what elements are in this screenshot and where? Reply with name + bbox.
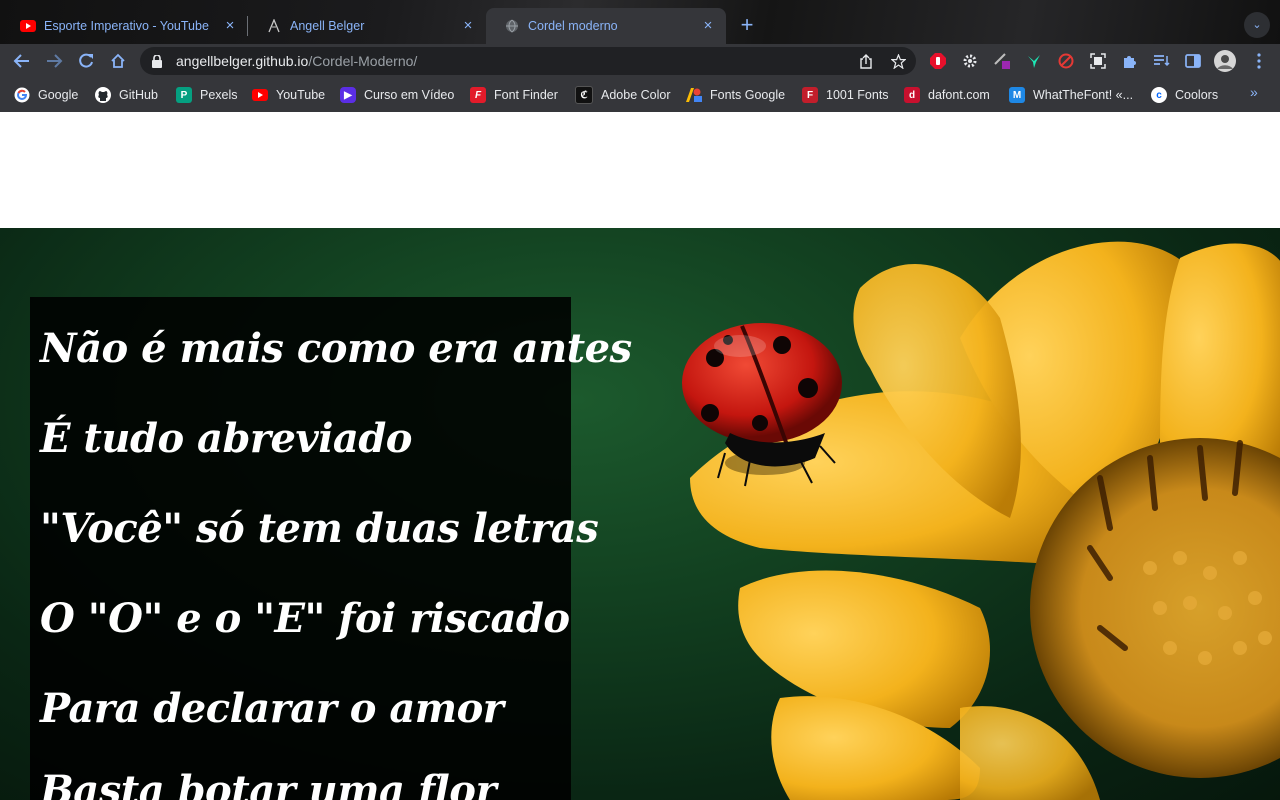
bookmark-github[interactable]: GitHub	[95, 86, 158, 104]
dafont-icon: d	[904, 87, 920, 103]
tab-strip: Esporte Imperativo - YouTube × Angell Be…	[0, 0, 1280, 44]
bookmark-label: Font Finder	[494, 88, 558, 102]
arrow-right-icon	[47, 54, 63, 68]
bookmark-coolors[interactable]: c Coolors	[1151, 86, 1218, 104]
bookmark-font-finder[interactable]: F Font Finder	[470, 86, 558, 104]
address-url: angellbelger.github.io/Cordel-Moderno/	[176, 53, 417, 69]
bookmark-youtube[interactable]: YouTube	[252, 86, 325, 104]
fonts-google-icon	[686, 87, 702, 103]
bookmark-label: Curso em Vídeo	[364, 88, 455, 102]
close-icon[interactable]: ×	[460, 18, 476, 34]
bookmark-label: Adobe Color	[601, 88, 671, 102]
bookmark-adobe-color[interactable]: ℭ Adobe Color	[575, 86, 671, 104]
github-pages-icon	[266, 18, 282, 34]
bookmark-pexels[interactable]: P Pexels	[176, 86, 238, 104]
bookmark-1001-fonts[interactable]: F 1001 Fonts	[802, 86, 889, 104]
bookmark-label: WhatTheFont! «...	[1033, 88, 1134, 102]
home-icon	[111, 53, 125, 68]
screenshot-icon[interactable]	[1089, 52, 1107, 70]
poem-line: O "O" e o "E" foi riscado	[40, 595, 570, 642]
browser-toolbar: angellbelger.github.io/Cordel-Moderno/	[0, 44, 1280, 78]
bookmarks-overflow-button[interactable]: »	[1250, 84, 1258, 100]
tab-title: Angell Belger	[290, 19, 365, 33]
poem-line: É tudo abreviado	[40, 415, 412, 462]
new-tab-button[interactable]: +	[736, 14, 758, 36]
pexels-icon: P	[176, 87, 192, 103]
poem-line: Não é mais como era antes	[40, 325, 632, 372]
arrow-left-icon	[13, 54, 29, 68]
back-button[interactable]	[10, 49, 34, 73]
bookmark-dafont[interactable]: d dafont.com	[904, 86, 990, 104]
youtube-icon	[252, 87, 268, 103]
youtube-icon	[20, 18, 36, 34]
adblock-icon[interactable]	[929, 52, 947, 70]
address-bar[interactable]: angellbelger.github.io/Cordel-Moderno/	[140, 47, 916, 75]
bookmark-label: Fonts Google	[710, 88, 786, 102]
url-path: /Cordel-Moderno/	[308, 53, 418, 69]
github-icon	[95, 87, 111, 103]
no-sign-icon[interactable]	[1057, 52, 1075, 70]
tab-youtube[interactable]: Esporte Imperativo - YouTube ×	[2, 8, 248, 44]
lock-icon	[152, 54, 166, 68]
tab-cordel-moderno[interactable]: Cordel moderno ×	[486, 8, 726, 44]
bookmark-label: Pexels	[200, 88, 238, 102]
extensions-puzzle-icon[interactable]	[1121, 52, 1139, 70]
close-icon[interactable]: ×	[222, 18, 238, 34]
color-picker-icon[interactable]	[993, 52, 1011, 70]
page-viewport: Não é mais como era antes É tudo abrevia…	[0, 112, 1280, 800]
bookmark-label: GitHub	[119, 88, 158, 102]
home-button[interactable]	[106, 49, 130, 73]
tab-search-button[interactable]: ⌄	[1244, 12, 1270, 38]
menu-dots-icon[interactable]	[1250, 52, 1268, 70]
poem-line: Basta botar uma flor	[40, 767, 497, 800]
close-icon[interactable]: ×	[700, 18, 716, 34]
share-icon[interactable]	[858, 53, 874, 69]
poem-box: Não é mais como era antes É tudo abrevia…	[30, 297, 632, 800]
bookmark-label: dafont.com	[928, 88, 990, 102]
bookmarks-bar: Google GitHub P Pexels YouTube ▶ Curso e…	[0, 78, 1280, 112]
reload-button[interactable]	[74, 49, 98, 73]
tab-title: Cordel moderno	[528, 19, 618, 33]
poem-line: Para declarar o amor	[40, 685, 504, 732]
poem-line: "Você" só tem duas letras	[40, 505, 599, 552]
coolors-icon: c	[1151, 87, 1167, 103]
bookmark-label: 1001 Fonts	[826, 88, 889, 102]
hummingbird-icon[interactable]	[1025, 52, 1043, 70]
bookmark-label: Coolors	[1175, 88, 1219, 102]
bookmark-curso-em-video[interactable]: ▶ Curso em Vídeo	[340, 86, 454, 104]
avatar[interactable]	[1214, 50, 1236, 72]
adobe-color-icon: ℭ	[575, 86, 593, 104]
tab-title: Esporte Imperativo - YouTube	[44, 19, 209, 33]
bookmark-whatthefont[interactable]: M WhatTheFont! «...	[1009, 86, 1133, 104]
bookmark-google[interactable]: Google	[14, 86, 78, 104]
globe-icon	[504, 18, 520, 34]
google-icon	[14, 87, 30, 103]
side-panel-icon[interactable]	[1184, 52, 1202, 70]
hero-section: Não é mais como era antes É tudo abrevia…	[0, 228, 1280, 800]
bookmark-label: YouTube	[276, 88, 326, 102]
reload-icon	[79, 53, 93, 68]
font-finder-icon: F	[470, 87, 486, 103]
tab-angell-belger[interactable]: Angell Belger ×	[248, 8, 486, 44]
gear-icon[interactable]	[961, 52, 979, 70]
forward-button[interactable]	[42, 49, 66, 73]
url-host: angellbelger.github.io	[176, 53, 309, 69]
bookmark-fonts-google[interactable]: Fonts Google	[686, 86, 785, 104]
1001-fonts-icon: F	[802, 87, 818, 103]
curso-em-video-icon: ▶	[340, 87, 356, 103]
reading-list-icon[interactable]	[1152, 52, 1170, 70]
whatthefont-icon: M	[1009, 87, 1025, 103]
bookmark-label: Google	[38, 88, 79, 102]
bookmark-star-icon[interactable]	[890, 53, 906, 69]
